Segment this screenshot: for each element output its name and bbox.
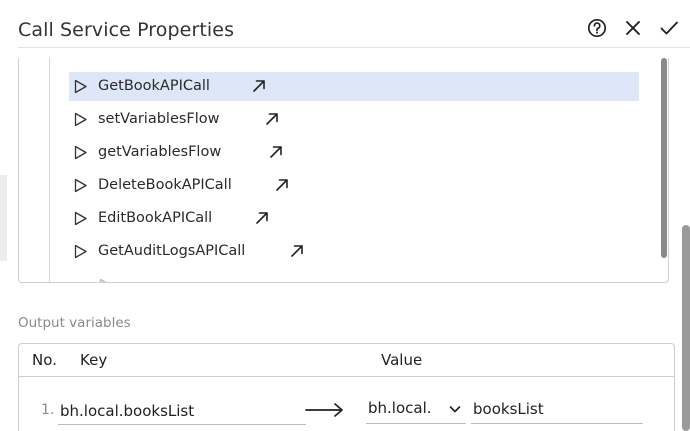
flow-item[interactable]: GetAuditLogsAPICall [69, 237, 639, 266]
arrow-right-icon [305, 402, 345, 418]
flow-item[interactable]: getVariablesFlow [69, 138, 639, 167]
dialog-header: Call Service Properties [0, 0, 690, 62]
arrow-up-right-icon[interactable] [289, 243, 305, 259]
row-number: 1. [41, 402, 55, 418]
tree-indent-guide [49, 58, 50, 282]
play-icon[interactable] [73, 79, 88, 94]
flow-item-partial [69, 278, 369, 282]
arrow-up-right-icon[interactable] [254, 210, 270, 226]
play-icon[interactable] [73, 178, 88, 193]
play-icon[interactable] [73, 244, 88, 259]
flow-item[interactable]: EditBookAPICall [69, 204, 639, 233]
flow-item[interactable]: GetBookAPICall [69, 72, 639, 101]
output-variables-table: No. Key Value 1. bh.local. [18, 343, 675, 431]
dialog-scrollbar-thumb[interactable] [682, 225, 690, 431]
help-circle-icon[interactable] [586, 17, 608, 39]
flow-item-label: EditBookAPICall [98, 210, 213, 226]
play-icon[interactable] [73, 145, 88, 160]
play-icon [98, 278, 113, 282]
value-name-input[interactable] [471, 394, 643, 424]
flow-item[interactable]: DeleteBookAPICall [69, 171, 639, 200]
check-icon[interactable] [658, 17, 680, 39]
column-header-no: No. [32, 351, 57, 369]
flow-tree: GetBookAPICall setVariablesFlow getVaria… [18, 58, 669, 283]
flow-item-label: GetBookAPICall [98, 78, 210, 94]
flow-item-label: DeleteBookAPICall [98, 177, 232, 193]
value-scope-selected: bh.local. [368, 399, 432, 417]
close-icon[interactable] [622, 17, 644, 39]
flow-item-label: setVariablesFlow [98, 111, 220, 127]
left-panel-edge [0, 175, 7, 261]
output-key-input[interactable] [58, 398, 306, 425]
output-variables-label: Output variables [18, 315, 131, 331]
value-scope-select[interactable]: bh.local. [366, 394, 466, 424]
arrow-up-right-icon[interactable] [274, 177, 290, 193]
arrow-up-right-icon[interactable] [264, 111, 280, 127]
table-header-divider [19, 376, 674, 377]
play-icon[interactable] [73, 211, 88, 226]
flow-item-label: getVariablesFlow [98, 144, 222, 160]
dialog-title: Call Service Properties [18, 19, 235, 41]
chevron-down-icon [448, 402, 462, 416]
column-header-value: Value [381, 351, 423, 369]
flow-item-label: GetAuditLogsAPICall [98, 243, 246, 259]
arrow-up-right-icon[interactable] [251, 78, 267, 94]
tree-scrollbar-thumb[interactable] [661, 58, 667, 258]
column-header-key: Key [80, 351, 108, 369]
arrow-up-right-icon[interactable] [268, 144, 284, 160]
flow-item[interactable]: setVariablesFlow [69, 105, 639, 134]
play-icon[interactable] [73, 112, 88, 127]
header-divider [18, 47, 690, 48]
